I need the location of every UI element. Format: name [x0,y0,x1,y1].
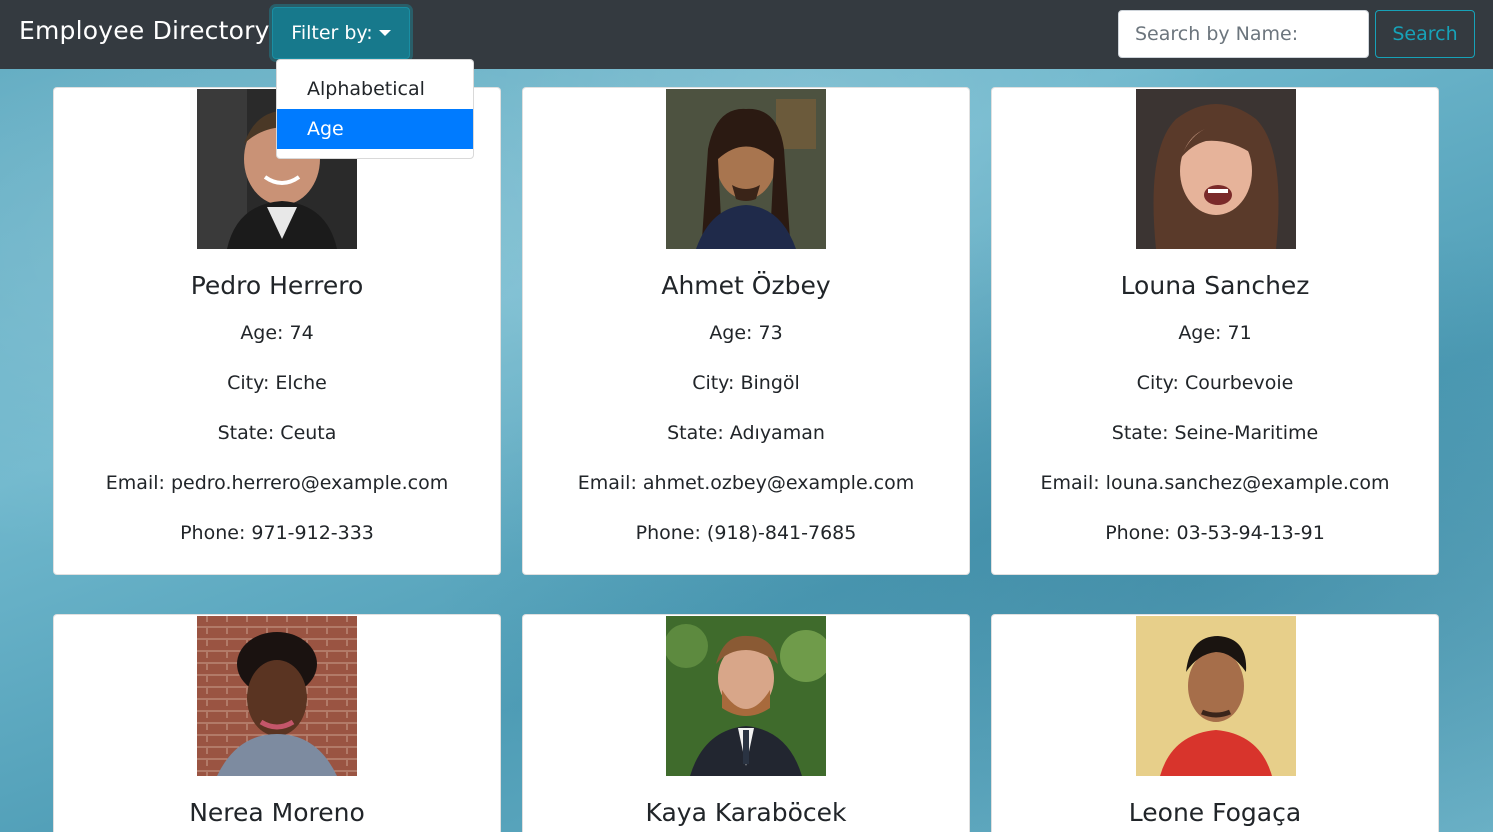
navbar: Employee Directory Filter by: Search [0,0,1493,69]
employee-name: Kaya Karaböcek [645,798,847,827]
filter-button-label: Filter by: [291,22,373,44]
employee-age: Age: 71 [1178,322,1252,344]
employee-phone: Phone: 971-912-333 [180,522,374,544]
employee-age: Age: 73 [709,322,783,344]
filter-dropdown-button[interactable]: Filter by: [272,7,410,59]
employee-city: City: Bingöl [692,372,800,394]
employee-photo [1136,616,1296,776]
employee-phone: Phone: (918)-841-7685 [635,522,857,544]
employee-phone: Phone: 03-53-94-13-91 [1105,522,1325,544]
employee-email: Email: ahmet.ozbey@example.com [577,472,915,494]
employee-card: Pedro Herrero Age: 74 City: Elche State:… [53,87,501,575]
filter-dropdown-menu: Alphabetical Age [276,59,474,159]
search-input[interactable] [1118,10,1369,58]
employee-name: Louna Sanchez [1120,271,1310,300]
employee-city: City: Elche [227,372,327,394]
employee-photo [666,616,826,776]
employee-photo [666,89,826,249]
employee-state: State: Adıyaman [667,422,825,444]
search-button[interactable]: Search [1375,10,1475,58]
filter-option-age[interactable]: Age [277,109,473,149]
filter-option-alphabetical[interactable]: Alphabetical [277,69,473,109]
employee-photo [1136,89,1296,249]
employee-age: Age: 74 [240,322,314,344]
employee-state: State: Seine-Maritime [1111,422,1319,444]
employee-card: Louna Sanchez Age: 71 City: Courbevoie S… [991,87,1439,575]
employee-name: Pedro Herrero [190,271,364,300]
employee-card: Ahmet Özbey Age: 73 City: Bingöl State: … [522,87,970,575]
employee-email: Email: louna.sanchez@example.com [1040,472,1390,494]
employee-card: Leone Fogaça [991,614,1439,832]
employee-card: Nerea Moreno [53,614,501,832]
employee-name: Leone Fogaça [1128,798,1302,827]
brand-title[interactable]: Employee Directory [19,16,270,45]
employee-name: Nerea Moreno [189,798,365,827]
employee-card: Kaya Karaböcek [522,614,970,832]
employee-name: Ahmet Özbey [661,271,831,300]
caret-down-icon [378,30,391,36]
employee-state: State: Ceuta [217,422,337,444]
employee-email: Email: pedro.herrero@example.com [105,472,449,494]
employee-city: City: Courbevoie [1136,372,1294,394]
employee-photo [197,616,357,776]
